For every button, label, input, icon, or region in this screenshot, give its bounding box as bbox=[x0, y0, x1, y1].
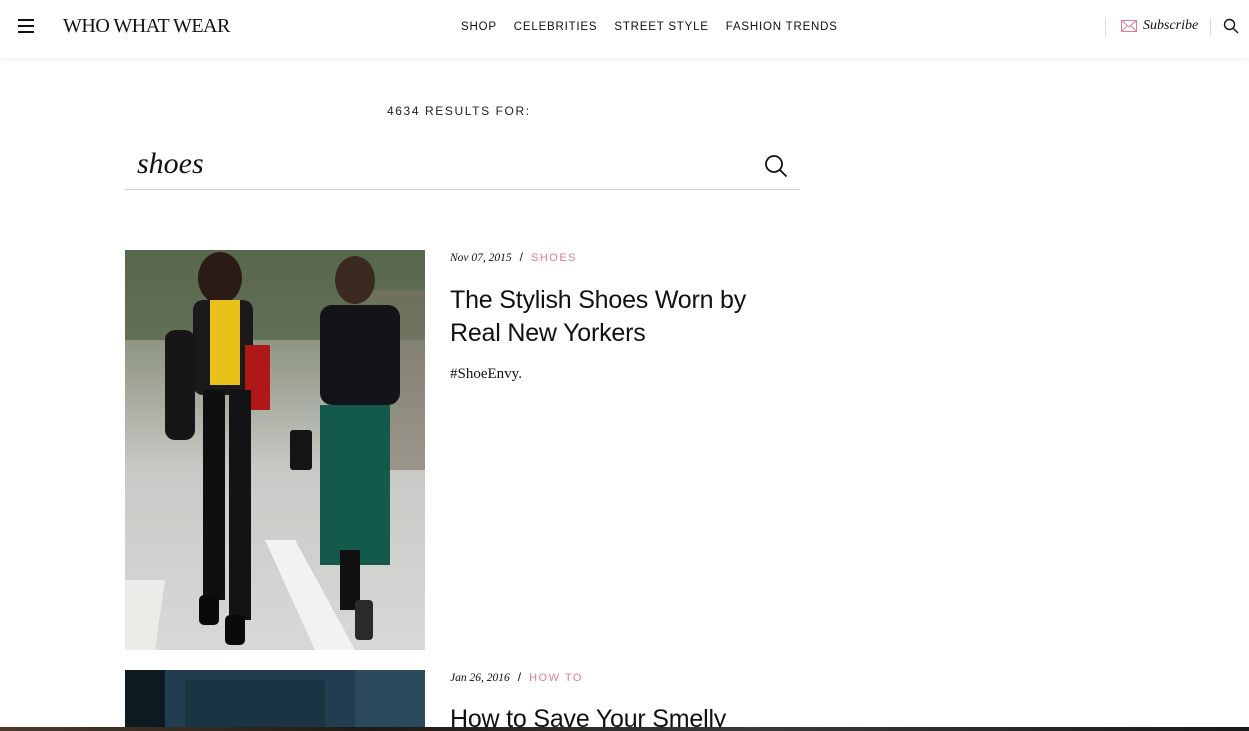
street-style-photo bbox=[125, 250, 425, 650]
article-category[interactable]: HOW TO bbox=[529, 672, 583, 684]
main-nav: SHOP CELEBRITIES STREET STYLE FASHION TR… bbox=[461, 21, 855, 33]
header-divider bbox=[1210, 18, 1211, 36]
subscribe-label: Subscribe bbox=[1143, 18, 1199, 33]
menu-icon[interactable] bbox=[18, 19, 34, 35]
header-divider bbox=[1105, 18, 1106, 36]
article-date: Nov 07, 2015 bbox=[450, 252, 512, 264]
subscribe-button[interactable]: Subscribe bbox=[1121, 18, 1198, 34]
nav-fashion-trends[interactable]: FASHION TRENDS bbox=[726, 21, 838, 33]
search-bar bbox=[125, 140, 800, 190]
meta-separator: / bbox=[519, 250, 523, 264]
envelope-icon bbox=[1121, 20, 1137, 32]
site-header: WHO WHAT WEAR SHOP CELEBRITIES STREET ST… bbox=[0, 0, 1249, 58]
nav-celebrities[interactable]: CELEBRITIES bbox=[514, 21, 598, 33]
search-input[interactable] bbox=[137, 146, 737, 182]
meta-separator: / bbox=[517, 670, 522, 684]
article-dek: #ShoeEnvy. bbox=[450, 366, 522, 382]
nav-shop[interactable]: SHOP bbox=[461, 21, 497, 33]
article-meta: Jan 26, 2016 / HOW TO bbox=[450, 670, 583, 684]
article-image[interactable] bbox=[125, 250, 425, 650]
results-count: 4634 RESULTS FOR: bbox=[387, 104, 531, 118]
article-category[interactable]: SHOES bbox=[531, 252, 577, 264]
article-image[interactable] bbox=[125, 670, 425, 731]
bottom-edge bbox=[0, 727, 1249, 731]
article-title[interactable]: The Stylish Shoes Worn by Real New Yorke… bbox=[450, 284, 770, 350]
article-photo bbox=[125, 670, 425, 731]
article-meta: Nov 07, 2015 / SHOES bbox=[450, 250, 577, 264]
nav-street-style[interactable]: STREET STYLE bbox=[614, 21, 708, 33]
search-submit-icon[interactable] bbox=[764, 154, 788, 178]
article-date: Jan 26, 2016 bbox=[450, 672, 510, 684]
site-logo[interactable]: WHO WHAT WEAR bbox=[63, 15, 230, 38]
search-icon[interactable] bbox=[1223, 18, 1239, 34]
